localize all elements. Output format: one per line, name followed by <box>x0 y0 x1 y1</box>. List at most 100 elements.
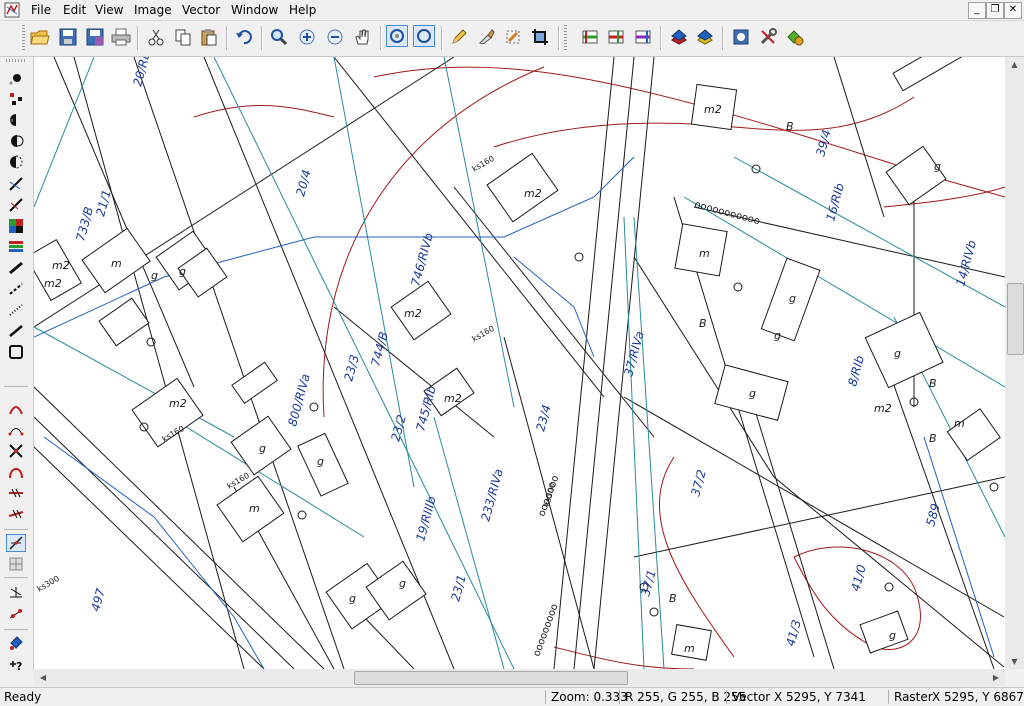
half-circle-tool-icon[interactable] <box>6 111 26 129</box>
menu-help[interactable]: Help <box>288 0 317 20</box>
tools-icon[interactable] <box>757 26 779 48</box>
menu-window[interactable]: Window <box>230 0 279 20</box>
scroll-down-icon[interactable]: ▼ <box>1005 657 1024 666</box>
parcel-label: 19/RIIIb <box>413 494 438 542</box>
undo-icon[interactable] <box>233 26 255 48</box>
scroll-left-icon[interactable]: ◀ <box>37 673 49 682</box>
circle-split-tool-icon[interactable] <box>6 153 26 171</box>
break-line-tool-icon[interactable] <box>6 505 26 523</box>
building-label: g <box>774 329 781 342</box>
building-label: B <box>786 120 794 133</box>
building-label: B <box>669 592 677 605</box>
raster-layer-icon[interactable] <box>668 26 690 48</box>
toolbar-grip-2[interactable] <box>564 25 567 51</box>
cut-line-tool-icon[interactable] <box>6 484 26 502</box>
parcel-label: 37/1 <box>638 568 658 598</box>
dashed-line-tool-icon[interactable] <box>6 280 26 298</box>
building-label: m2 <box>524 187 542 200</box>
palette-tool-icon[interactable] <box>6 238 26 256</box>
building-label: m <box>249 502 260 515</box>
minimize-button[interactable]: _ <box>968 2 986 19</box>
eraser-icon[interactable] <box>502 26 524 48</box>
polyline-tool-icon[interactable] <box>6 259 26 277</box>
horizontal-scroll-thumb[interactable] <box>354 671 628 685</box>
building-label: B <box>929 432 937 445</box>
parcel-label: 23/4 <box>533 403 553 433</box>
utility-label: ks160 <box>471 324 496 344</box>
building-label: g <box>749 387 756 400</box>
brush-icon[interactable] <box>475 26 497 48</box>
vertical-scroll-thumb[interactable] <box>1007 283 1024 355</box>
print-icon[interactable] <box>110 26 132 48</box>
save-icon[interactable] <box>57 26 79 48</box>
building-label: m <box>954 417 965 430</box>
view-circle-icon[interactable] <box>730 26 752 48</box>
layer-purple-icon[interactable] <box>632 26 654 48</box>
select-vector-icon[interactable] <box>386 25 408 47</box>
point-tool-icon[interactable] <box>6 69 26 87</box>
save-as-icon[interactable] <box>84 26 106 48</box>
help-tool-icon[interactable]: ? <box>6 655 26 673</box>
map-canvas[interactable]: ooooooo ooooooooo ooooooooooo 20/Rb 21/1… <box>34 57 1005 669</box>
select-object-icon[interactable] <box>413 25 435 47</box>
menu-file[interactable]: File <box>30 0 52 20</box>
open-icon[interactable] <box>29 26 51 48</box>
parcel-label: 744/B <box>368 330 391 368</box>
snap-tool-icon[interactable] <box>6 534 26 552</box>
menu-view[interactable]: View <box>94 0 124 20</box>
menu-vector[interactable]: Vector <box>181 0 221 20</box>
building-label: m2 <box>404 307 422 320</box>
restore-button[interactable]: ❐ <box>986 2 1004 19</box>
vector-layer-icon[interactable] <box>694 26 716 48</box>
parcel-label: 746/RIVb <box>408 231 436 288</box>
app-icon[interactable] <box>4 2 20 18</box>
rectangle-tool-icon[interactable] <box>6 343 26 361</box>
cadastral-map[interactable]: ooooooo ooooooooo ooooooooooo 20/Rb 21/1… <box>34 57 1005 669</box>
fill-bucket-tool-icon[interactable] <box>6 634 26 652</box>
utility-label: ks300 <box>36 574 61 594</box>
horizontal-scrollbar[interactable]: ◀ ▶ <box>34 669 1005 686</box>
delete-vertex-tool-icon[interactable] <box>6 442 26 460</box>
thick-line-tool-icon[interactable] <box>6 322 26 340</box>
pan-hand-icon[interactable] <box>351 26 373 48</box>
curve-tool-icon[interactable] <box>6 463 26 481</box>
plugin-icon[interactable] <box>784 26 806 48</box>
building-label: m <box>684 642 695 655</box>
building-label: g <box>889 629 896 642</box>
building-label: m <box>699 247 710 260</box>
multipoint-tool-icon[interactable] <box>6 90 26 108</box>
zoom-icon[interactable] <box>268 26 290 48</box>
grid-snap-tool-icon[interactable] <box>6 555 26 573</box>
layer-red-icon[interactable] <box>605 26 627 48</box>
parcel-label: 23/1 <box>448 573 468 603</box>
parcel-label: 233/RIVa <box>478 467 505 522</box>
zoom-in-icon[interactable] <box>296 26 318 48</box>
palette-grip[interactable] <box>6 59 26 62</box>
menu-image[interactable]: Image <box>133 0 173 20</box>
layer-green-icon[interactable] <box>579 26 601 48</box>
close-button[interactable]: ✕ <box>1004 2 1022 19</box>
cut-icon[interactable] <box>145 26 167 48</box>
scroll-up-icon[interactable]: ▲ <box>1005 60 1024 69</box>
arc-points-tool-icon[interactable] <box>6 420 26 438</box>
crop-icon[interactable] <box>529 26 551 48</box>
copy-icon[interactable] <box>172 26 194 48</box>
pencil-icon[interactable] <box>448 26 470 48</box>
arc-tool-icon[interactable] <box>6 399 26 417</box>
scroll-right-icon[interactable]: ▶ <box>990 673 1002 682</box>
intersect-tool-icon[interactable] <box>6 584 26 602</box>
status-vector-coords: X 5295, Y 7341 <box>774 690 866 704</box>
node-tool-icon[interactable] <box>6 605 26 623</box>
zoom-out-icon[interactable] <box>324 26 346 48</box>
vertical-scrollbar[interactable]: ▲ ▼ <box>1005 57 1024 669</box>
parcel-label: 39/4 <box>813 128 833 158</box>
toolbar-grip[interactable] <box>22 25 25 51</box>
color-fill-tool-icon[interactable] <box>6 217 26 235</box>
building-label: g <box>399 577 406 590</box>
cross-line-tool-icon[interactable] <box>6 196 26 214</box>
dotted-line-tool-icon[interactable] <box>6 301 26 319</box>
menu-edit[interactable]: Edit <box>62 0 87 20</box>
paste-icon[interactable] <box>198 26 220 48</box>
ellipse-tool-icon[interactable] <box>6 132 26 150</box>
line-tool-icon[interactable] <box>6 175 26 193</box>
